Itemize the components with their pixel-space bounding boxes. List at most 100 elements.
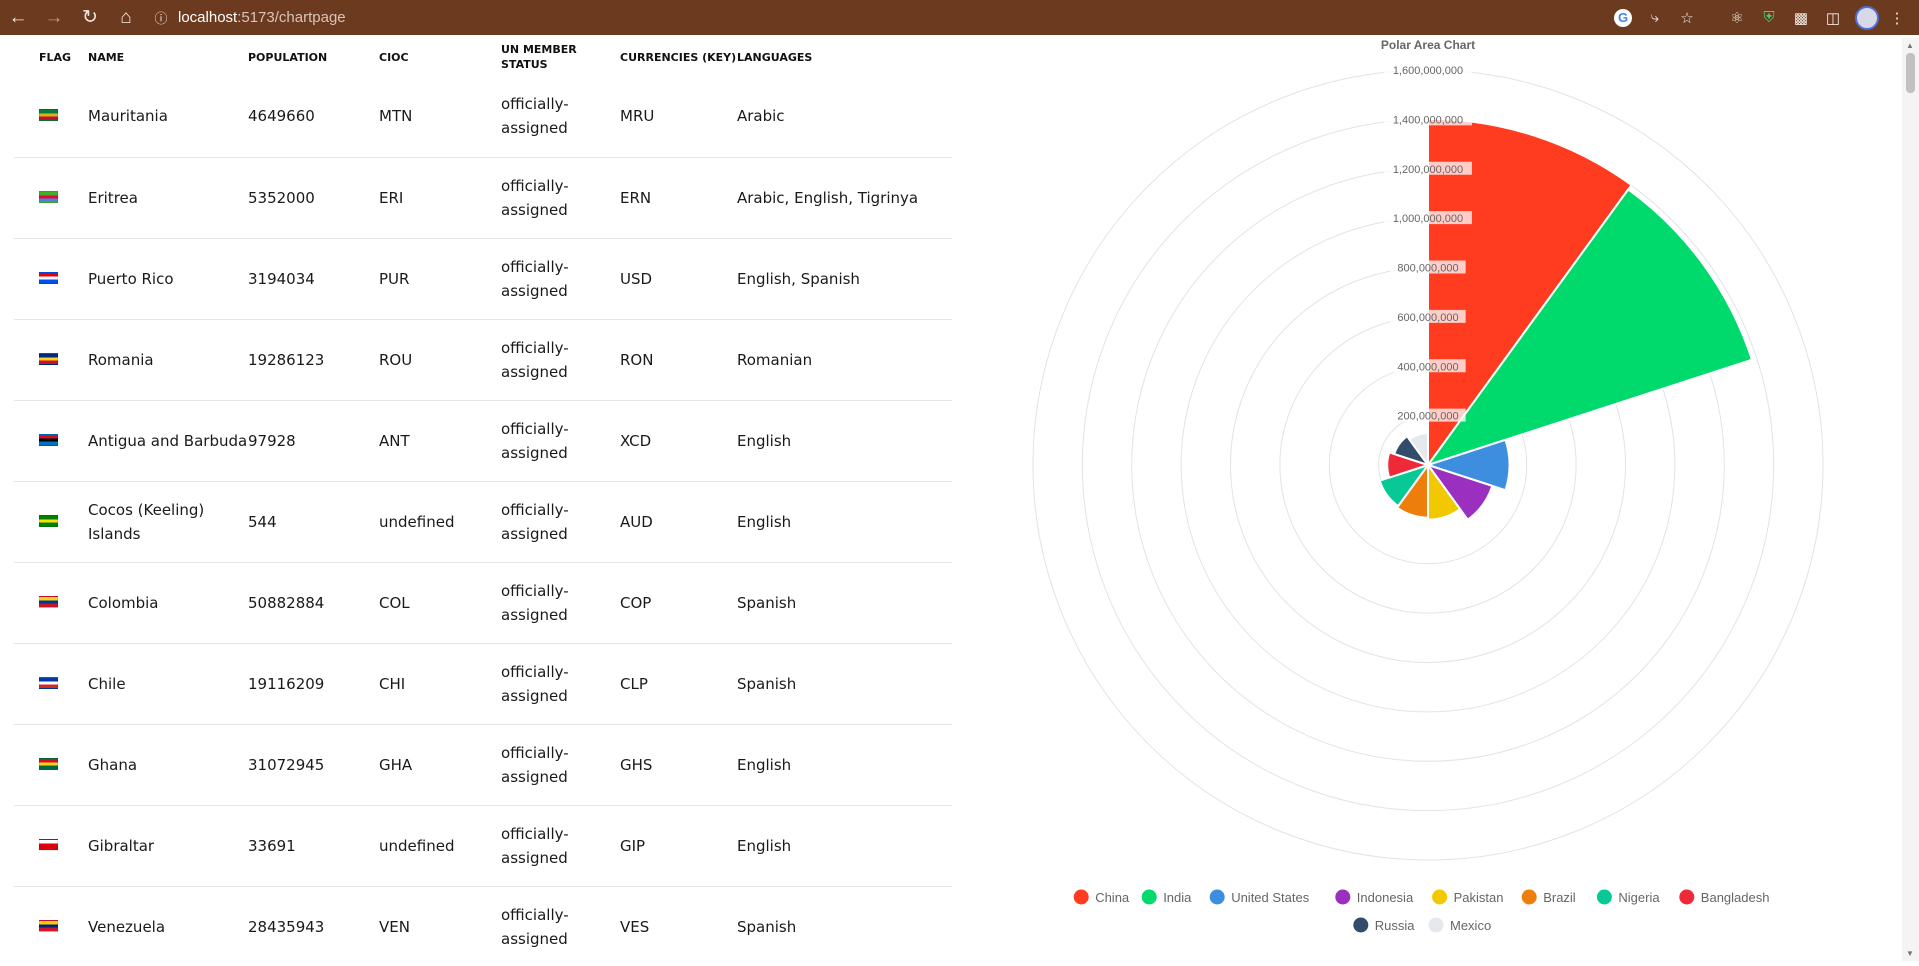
google-icon[interactable]: G xyxy=(1614,8,1632,27)
cell-flag xyxy=(14,319,88,401)
header-flag: FLAG xyxy=(39,50,72,64)
address-bar[interactable]: ⓘ localhost:5173/chartpage xyxy=(150,5,346,31)
cell-name: Colombia xyxy=(88,562,248,644)
cell-population: 28435943 xyxy=(248,886,379,961)
table-row: Chile 19116209 CHI officially-assigned CLP Sp… xyxy=(14,643,952,725)
scroll-thumb[interactable] xyxy=(1906,53,1915,93)
country-flag-icon xyxy=(39,838,58,851)
legend-swatch[interactable] xyxy=(1679,889,1695,905)
forward-arrow-icon[interactable]: → xyxy=(36,0,72,35)
cell-population: 544 xyxy=(248,481,379,563)
cell-cioc: COL xyxy=(379,562,501,644)
toolbar-right-icons: G ⤷ ☆ ⚛ ⛨ ▩ ◫ ⋮ xyxy=(1609,0,1911,35)
table-row: Puerto Rico 3194034 PUR officially-assigned… xyxy=(14,238,952,320)
cell-name: Chile xyxy=(88,643,248,725)
reload-icon[interactable]: ↻ xyxy=(72,0,108,35)
cell-cioc: CHI xyxy=(379,643,501,725)
tick-label: 1,600,000,000 xyxy=(1393,65,1463,77)
cell-currency: USD xyxy=(620,238,737,320)
cell-population: 5352000 xyxy=(248,157,379,239)
cell-name: Romania xyxy=(88,319,248,401)
cell-flag xyxy=(14,562,88,644)
cell-flag xyxy=(14,481,88,563)
cell-cioc: GHA xyxy=(379,724,501,806)
country-flag-icon xyxy=(39,190,58,203)
legend-label[interactable]: Nigeria xyxy=(1618,890,1660,905)
page-scrollbar[interactable]: ▲ ▼ xyxy=(1902,38,1919,961)
extensions-puzzle-icon[interactable]: ▩ xyxy=(1787,4,1815,32)
cell-cioc: PUR xyxy=(379,238,501,320)
cell-un-member-status: officially-assigned xyxy=(501,643,620,725)
cell-un-member-status: officially-assigned xyxy=(501,157,620,239)
cell-currency: ERN xyxy=(620,157,737,239)
legend-label[interactable]: Russia xyxy=(1375,918,1416,933)
side-panel-icon[interactable]: ◫ xyxy=(1819,4,1847,32)
country-flag-icon xyxy=(39,919,58,932)
legend-swatch[interactable] xyxy=(1432,889,1448,905)
cell-currency: RON xyxy=(620,319,737,401)
home-icon[interactable]: ⌂ xyxy=(108,0,144,35)
legend-swatch[interactable] xyxy=(1353,917,1369,933)
legend-label[interactable]: Pakistan xyxy=(1454,890,1504,905)
legend-swatch[interactable] xyxy=(1596,889,1612,905)
cell-cioc: ROU xyxy=(379,319,501,401)
share-icon[interactable]: ⤷ xyxy=(1641,4,1669,32)
tick-label: 1,000,000,000 xyxy=(1393,213,1463,225)
legend-label[interactable]: Indonesia xyxy=(1357,890,1414,905)
header-un-member-status: UN MEMBER STATUS xyxy=(501,43,577,71)
profile-avatar[interactable] xyxy=(1855,5,1879,30)
tick-label: 800,000,000 xyxy=(1397,263,1458,275)
cell-name: Antigua and Barbuda xyxy=(88,400,248,482)
cell-un-member-status: officially-assigned xyxy=(501,562,620,644)
info-icon[interactable]: ⓘ xyxy=(150,7,172,29)
table-row: Ghana 31072945 GHA officially-assigned GHS En… xyxy=(14,724,952,806)
table-row: Venezuela 28435943 VEN officially-assigned V… xyxy=(14,886,952,961)
legend-swatch[interactable] xyxy=(1209,889,1225,905)
more-menu-icon[interactable]: ⋮ xyxy=(1883,4,1911,32)
legend-swatch[interactable] xyxy=(1521,889,1537,905)
legend-label[interactable]: Mexico xyxy=(1450,918,1491,933)
legend-swatch[interactable] xyxy=(1335,889,1351,905)
cell-population: 97928 xyxy=(248,400,379,482)
country-flag-icon xyxy=(39,514,58,527)
cell-un-member-status: officially-assigned xyxy=(501,724,620,806)
cell-currency: XCD xyxy=(620,400,737,482)
cell-flag xyxy=(14,400,88,482)
back-arrow-icon[interactable]: ← xyxy=(0,0,36,35)
scroll-up-arrow-icon[interactable]: ▲ xyxy=(1906,41,1914,50)
table-row: Romania 19286123 ROU officially-assigned RON… xyxy=(14,319,952,401)
chart-svg: Polar Area Chart 200,000,000 400,000,000 60… xyxy=(1032,38,1824,933)
cell-cioc: ANT xyxy=(379,400,501,482)
legend-swatch[interactable] xyxy=(1428,917,1444,933)
table-header-row: FLAG NAME POPULATION CIOC UN MEMBER STAT… xyxy=(14,38,952,76)
cell-population: 50882884 xyxy=(248,562,379,644)
cell-name: Venezuela xyxy=(88,886,248,961)
legend-swatch[interactable] xyxy=(1073,889,1089,905)
header-population: POPULATION xyxy=(248,50,328,64)
countries-table: FLAG NAME POPULATION CIOC UN MEMBER STAT… xyxy=(14,38,952,961)
tick-label: 200,000,000 xyxy=(1397,411,1458,423)
cell-flag xyxy=(14,724,88,806)
cell-languages: Romanian xyxy=(737,319,952,401)
legend-swatch[interactable] xyxy=(1141,889,1157,905)
cell-languages: Spanish xyxy=(737,643,952,725)
legend-label[interactable]: Bangladesh xyxy=(1701,890,1770,905)
legend-label[interactable]: Brazil xyxy=(1543,890,1576,905)
country-flag-icon xyxy=(39,757,58,770)
legend-label[interactable]: United States xyxy=(1231,890,1310,905)
cell-currency: CLP xyxy=(620,643,737,725)
scroll-down-arrow-icon[interactable]: ▼ xyxy=(1906,949,1914,958)
cell-un-member-status: officially-assigned xyxy=(501,400,620,482)
cell-languages: Arabic, English, Tigrinya xyxy=(737,157,952,239)
url-text[interactable]: localhost:5173/chartpage xyxy=(178,9,346,26)
legend-label[interactable]: India xyxy=(1163,890,1192,905)
star-icon[interactable]: ☆ xyxy=(1673,4,1701,32)
cell-un-member-status: officially-assigned xyxy=(501,805,620,887)
table-row: Gibraltar 33691 undefined officially-assign… xyxy=(14,805,952,887)
react-devtools-icon[interactable]: ⚛ xyxy=(1723,4,1751,32)
legend-label[interactable]: China xyxy=(1095,890,1130,905)
shield-icon[interactable]: ⛨ xyxy=(1755,4,1783,32)
header-cioc: CIOC xyxy=(379,50,409,64)
header-languages: LANGUAGES xyxy=(737,50,813,64)
cell-currency: GIP xyxy=(620,805,737,887)
